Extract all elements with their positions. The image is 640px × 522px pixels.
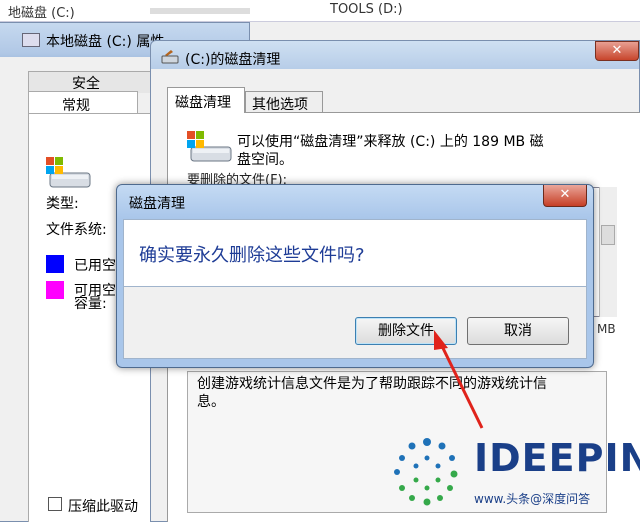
watermark-site-text: www.头条@深度问答 [474, 492, 591, 506]
ideepin-logo-icon [394, 438, 458, 506]
ideepin-brand-text: IDEEPIN [474, 436, 640, 480]
